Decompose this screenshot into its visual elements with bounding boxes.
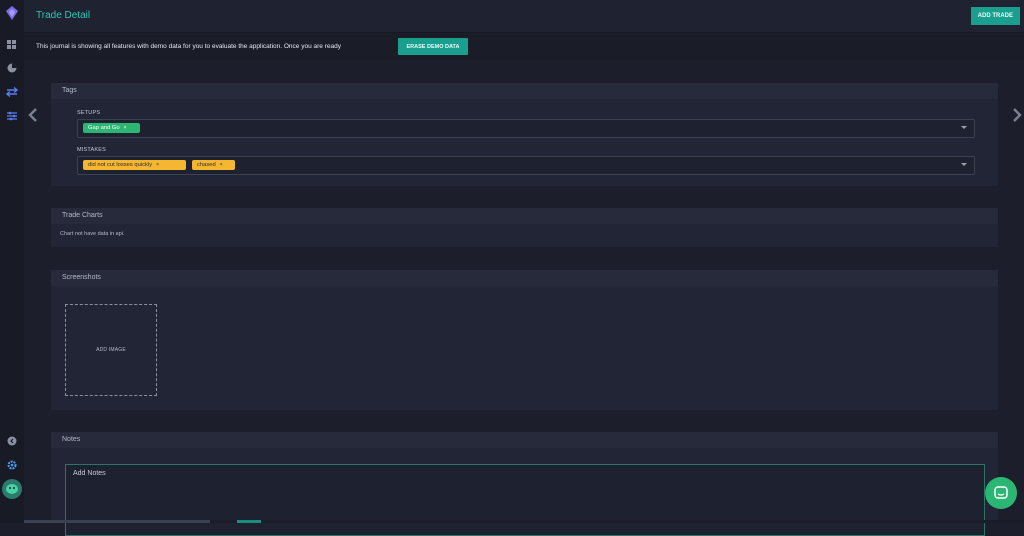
remove-tag-icon[interactable]: × (220, 162, 223, 168)
top-bar: Trade Detail ADD TRADE (24, 0, 1024, 33)
mistake-tag-label: chased (197, 162, 216, 168)
screenshots-card: Screenshots ADD IMAGE (51, 270, 998, 410)
mistake-tag-label: did not cut losses quickly (88, 162, 153, 168)
chevron-down-icon[interactable] (961, 163, 967, 166)
logo-icon[interactable] (5, 6, 19, 20)
tags-card: Tags SETUPS Gap and Go × MISTAKES did no… (51, 83, 998, 186)
mistake-tag[interactable]: chased × (192, 160, 235, 170)
mistakes-label: MISTAKES (77, 147, 107, 153)
notes-textarea[interactable]: Add Notes (65, 464, 985, 536)
previous-trade-icon[interactable] (27, 107, 39, 123)
notes-placeholder: Add Notes (73, 470, 106, 477)
avatar[interactable] (2, 479, 22, 499)
sidebar (0, 0, 24, 523)
page-title: Trade Detail (36, 10, 91, 21)
trade-charts-title: Trade Charts (51, 208, 998, 224)
demo-message: This journal is showing all features wit… (36, 43, 341, 50)
screenshots-title: Screenshots (51, 270, 998, 286)
tags-title: Tags (51, 83, 998, 99)
mistake-tag[interactable]: did not cut losses quickly × (83, 160, 186, 170)
setups-label: SETUPS (77, 110, 101, 116)
setups-select[interactable]: Gap and Go × (77, 119, 975, 138)
remove-tag-icon[interactable]: × (124, 125, 127, 131)
erase-demo-data-button[interactable]: ERASE DEMO DATA (398, 38, 468, 55)
trade-charts-card: Trade Charts Chart not have data in api. (51, 208, 998, 247)
add-image-button[interactable]: ADD IMAGE (65, 304, 157, 396)
dashboard-icon[interactable] (5, 37, 19, 51)
setup-tag[interactable]: Gap and Go × (83, 123, 140, 133)
mistakes-select[interactable]: did not cut losses quickly × chased × (77, 156, 975, 175)
settings-icon[interactable] (5, 458, 19, 472)
filters-icon[interactable] (5, 109, 19, 123)
reports-icon[interactable] (5, 61, 19, 75)
next-trade-icon[interactable] (1011, 107, 1023, 123)
add-trade-button[interactable]: ADD TRADE (970, 7, 1020, 25)
demo-banner: This journal is showing all features wit… (24, 33, 1024, 60)
setup-tag-label: Gap and Go (88, 125, 120, 131)
remove-tag-icon[interactable]: × (156, 162, 159, 168)
trades-icon[interactable] (5, 85, 19, 99)
chart-message: Chart not have data in api. (60, 231, 125, 237)
notes-title: Notes (51, 432, 998, 448)
notes-card: Notes Add Notes (51, 432, 998, 536)
chevron-down-icon[interactable] (961, 126, 967, 129)
chat-icon[interactable] (985, 477, 1017, 509)
collapse-icon[interactable] (5, 434, 19, 448)
